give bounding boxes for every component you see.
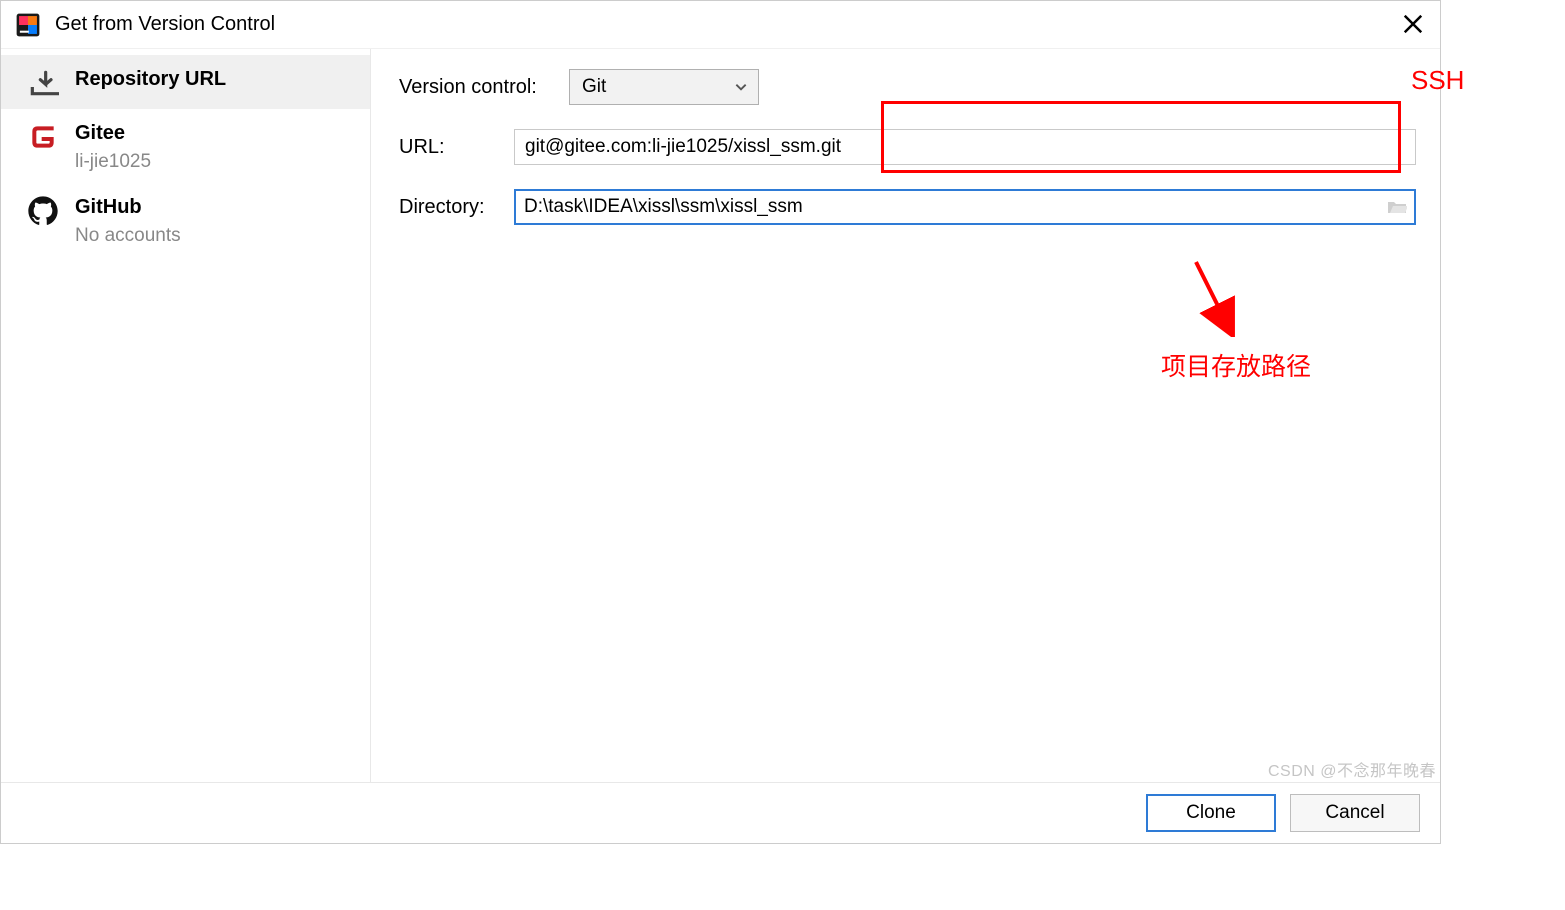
- clone-button[interactable]: Clone: [1146, 794, 1276, 832]
- intellij-icon: [15, 12, 41, 38]
- sidebar-item-label: Gitee: [75, 119, 151, 147]
- annotation-arrow: [1186, 257, 1246, 337]
- vc-label: Version control:: [399, 76, 569, 99]
- sidebar-item-label: Repository URL: [75, 65, 226, 93]
- dialog-title: Get from Version Control: [55, 13, 275, 36]
- chevron-down-icon: [734, 80, 748, 94]
- sidebar-item-gitee[interactable]: Gitee li-jie1025: [1, 109, 370, 183]
- directory-label: Directory:: [399, 196, 514, 219]
- directory-row: Directory:: [399, 189, 1416, 225]
- url-input[interactable]: [514, 129, 1416, 165]
- version-control-dialog: Get from Version Control Repository URL: [0, 0, 1441, 844]
- repo-url-icon: [27, 67, 59, 99]
- browse-folder-button[interactable]: [1380, 199, 1414, 215]
- close-icon[interactable]: [1402, 13, 1424, 35]
- annotation-ssh: SSH: [1411, 65, 1464, 96]
- github-icon: [27, 195, 59, 227]
- vc-select[interactable]: Git: [569, 69, 759, 105]
- url-row: URL:: [399, 129, 1416, 165]
- gitee-icon: [27, 121, 59, 153]
- dialog-footer: Clone Cancel: [1, 783, 1440, 843]
- sidebar-item-sub: li-jie1025: [75, 151, 151, 173]
- sidebar: Repository URL Gitee li-jie1025 GitHub: [1, 49, 371, 782]
- directory-input[interactable]: [516, 196, 1380, 218]
- version-control-row: Version control: Git: [399, 69, 1416, 105]
- title-bar: Get from Version Control: [1, 1, 1440, 49]
- sidebar-item-github[interactable]: GitHub No accounts: [1, 183, 370, 257]
- folder-icon: [1387, 199, 1407, 215]
- cancel-button[interactable]: Cancel: [1290, 794, 1420, 832]
- dialog-body: Repository URL Gitee li-jie1025 GitHub: [1, 49, 1440, 783]
- watermark: CSDN @不念那年晚春: [1268, 757, 1436, 781]
- sidebar-item-label: GitHub: [75, 193, 181, 221]
- sidebar-item-sub: No accounts: [75, 225, 181, 247]
- directory-field[interactable]: [514, 189, 1416, 225]
- url-label: URL:: [399, 136, 514, 159]
- vc-select-value: Git: [582, 76, 606, 98]
- sidebar-item-repository-url[interactable]: Repository URL: [1, 55, 370, 109]
- annotation-path: 项目存放路径: [1161, 347, 1311, 383]
- main-panel: Version control: Git URL: Directory:: [371, 49, 1440, 782]
